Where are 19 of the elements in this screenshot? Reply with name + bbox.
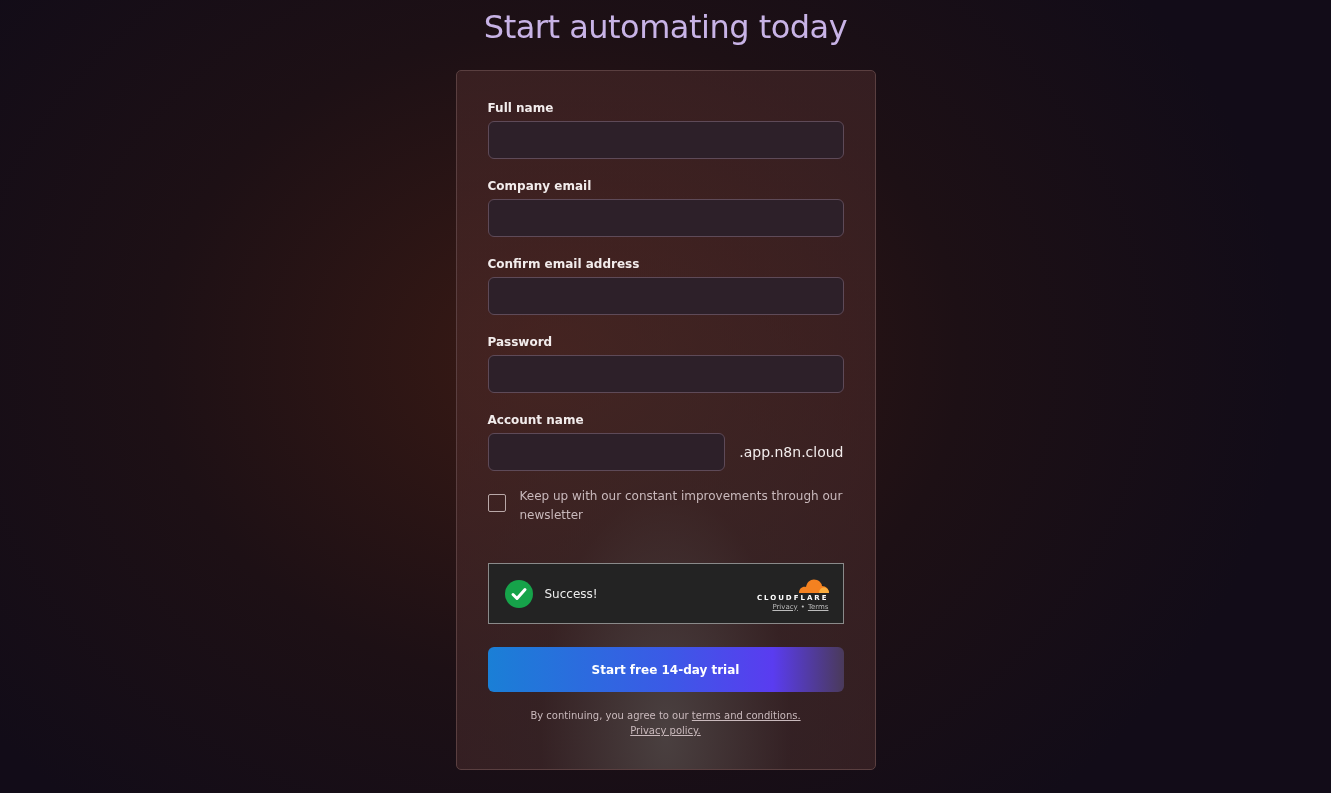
field-label: Confirm email address: [487, 257, 641, 271]
newsletter-checkbox[interactable]: [487, 494, 506, 512]
input-field[interactable]: [487, 355, 844, 393]
field-label: Account name: [487, 413, 585, 427]
terms-conditions-link[interactable]: terms and conditions.: [691, 710, 801, 721]
field-label: Company email: [487, 179, 593, 193]
input-field[interactable]: [487, 121, 844, 159]
input-field[interactable]: [487, 199, 844, 237]
legal-notice: By continuing, you agree to our terms and conditions. Privacy policy.: [529, 709, 802, 738]
input-field[interactable]: [487, 433, 726, 471]
field-label: Password: [487, 335, 554, 349]
input-field[interactable]: [487, 277, 844, 315]
captcha-status: Success!: [544, 586, 599, 601]
newsletter-label: Keep up with our constant improvements through our newsletter: [519, 488, 844, 524]
domain-suffix: .app.n8n.cloud: [739, 444, 844, 460]
privacy-policy-link[interactable]: Privacy policy.: [630, 725, 701, 736]
field-label: Full name: [487, 101, 555, 115]
start-trial-button[interactable]: Start free 14-day trial: [487, 647, 844, 692]
page-title: Start automating today: [483, 8, 848, 46]
